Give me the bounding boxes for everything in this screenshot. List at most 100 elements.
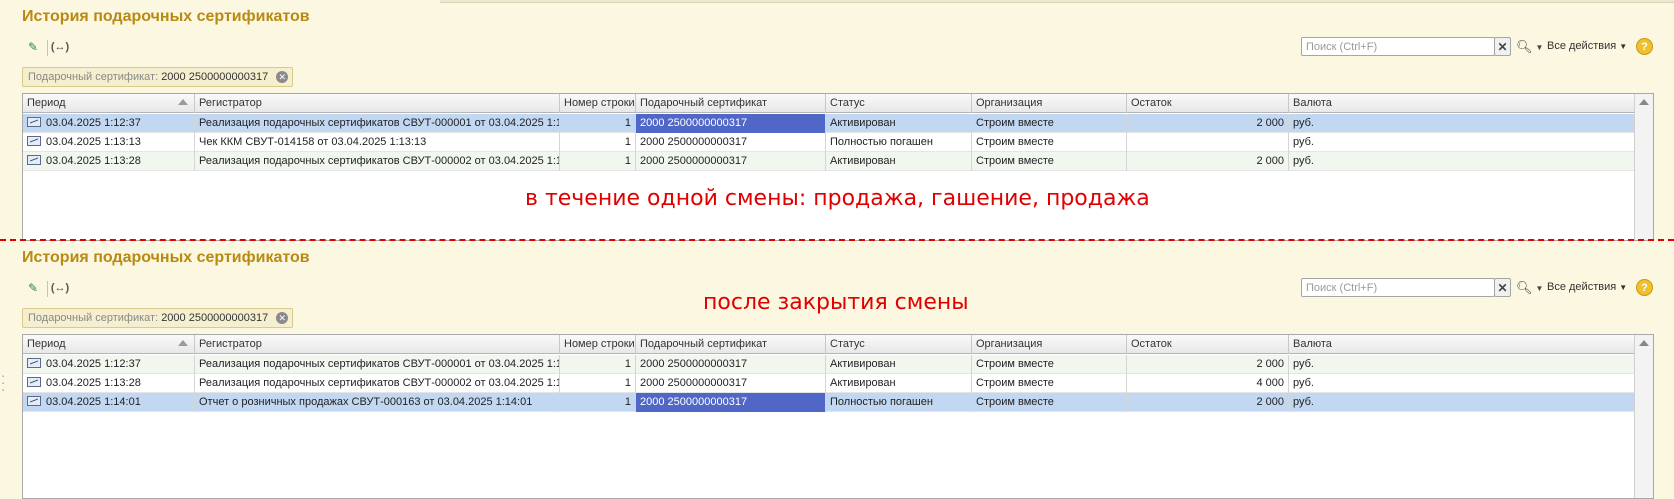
- help-button[interactable]: ?: [1636, 279, 1653, 296]
- chevron-down-icon: ▼: [1619, 283, 1628, 292]
- cell-line-number: 1: [560, 133, 636, 152]
- all-actions-label: Все действия: [1547, 281, 1617, 293]
- resize-grip-icon[interactable]: ▪ ▪ ▪: [2, 374, 6, 395]
- column-status[interactable]: Статус: [826, 335, 972, 354]
- column-line-number[interactable]: Номер строки: [560, 94, 636, 113]
- cell-status: Полностью погашен: [826, 133, 972, 152]
- cell-registrar: Реализация подарочных сертификатов СВУТ-…: [195, 152, 560, 171]
- column-registrar[interactable]: Регистратор: [195, 335, 560, 354]
- filter-label: Подарочный сертификат:: [28, 71, 159, 83]
- table-row[interactable]: 03.04.2025 1:13:13 Чек ККМ СВУТ-014158 о…: [23, 133, 1635, 152]
- cell-balance: [1127, 133, 1289, 152]
- column-currency[interactable]: Валюта: [1289, 335, 1635, 354]
- toolbar-separator: [47, 281, 48, 297]
- cell-currency: руб.: [1289, 114, 1635, 133]
- column-period[interactable]: Период: [23, 94, 195, 113]
- cell-balance: 4 000: [1127, 374, 1289, 393]
- annotation-after-close: после закрытия смены: [703, 290, 969, 315]
- filter-remove-icon[interactable]: ✕: [276, 312, 289, 324]
- table-row[interactable]: 03.04.2025 1:12:37 Реализация подарочных…: [23, 355, 1635, 374]
- filter-tag: Подарочный сертификат: 2000 250000000031…: [22, 308, 294, 328]
- all-actions-menu[interactable]: Все действия ▼: [1547, 40, 1627, 52]
- cell-organization: Строим вместе: [972, 133, 1127, 152]
- all-actions-menu[interactable]: Все действия ▼: [1547, 281, 1627, 293]
- cell-registrar: Реализация подарочных сертификатов СВУТ-…: [195, 114, 560, 133]
- page-title: История подарочных сертификатов: [22, 249, 310, 266]
- filter-tag: Подарочный сертификат: 2000 250000000031…: [22, 67, 294, 87]
- help-button[interactable]: ?: [1636, 38, 1653, 55]
- cell-balance: 2 000: [1127, 152, 1289, 171]
- search-placeholder: Поиск (Ctrl+F): [1306, 282, 1378, 294]
- cell-line-number: 1: [560, 355, 636, 374]
- cell-registrar: Реализация подарочных сертификатов СВУТ-…: [195, 374, 560, 393]
- scroll-up-icon[interactable]: [1639, 340, 1649, 346]
- column-balance[interactable]: Остаток: [1127, 335, 1289, 354]
- magnifier-icon: 🔍︎: [1516, 280, 1533, 295]
- search-button[interactable]: 🔍︎ ▼: [1516, 38, 1544, 56]
- table-row[interactable]: 03.04.2025 1:12:37 Реализация подарочных…: [23, 114, 1635, 133]
- cell-line-number: 1: [560, 374, 636, 393]
- column-line-number[interactable]: Номер строки: [560, 335, 636, 354]
- search-clear-button[interactable]: ✕: [1494, 37, 1511, 56]
- cell-certificate: 2000 2500000000317: [636, 152, 826, 171]
- vertical-scrollbar[interactable]: [1634, 335, 1653, 498]
- expand-arrows-icon[interactable]: (↔): [51, 280, 69, 296]
- history-panel-after: История подарочных сертификатов ✎ (↔) По…: [0, 241, 1674, 499]
- table-row[interactable]: 03.04.2025 1:13:28 Реализация подарочных…: [23, 374, 1635, 393]
- sort-ascending-icon: [178, 340, 188, 346]
- cell-period: 03.04.2025 1:13:28: [23, 152, 195, 171]
- cell-organization: Строим вместе: [972, 152, 1127, 171]
- table-header: Период Регистратор Номер строки Подарочн…: [23, 94, 1635, 113]
- dashed-divider: [0, 239, 1674, 241]
- cell-registrar: Чек ККМ СВУТ-014158 от 03.04.2025 1:13:1…: [195, 133, 560, 152]
- dropdown-arrow-icon: ▼: [1535, 42, 1544, 52]
- column-currency[interactable]: Валюта: [1289, 94, 1635, 113]
- cell-period: 03.04.2025 1:14:01: [23, 393, 195, 412]
- search-placeholder: Поиск (Ctrl+F): [1306, 41, 1378, 53]
- history-table: Период Регистратор Номер строки Подарочн…: [22, 334, 1654, 499]
- vertical-scrollbar[interactable]: [1634, 94, 1653, 240]
- scroll-up-icon[interactable]: [1639, 99, 1649, 105]
- table-row[interactable]: 03.04.2025 1:13:28 Реализация подарочных…: [23, 152, 1635, 171]
- record-icon: [27, 358, 41, 368]
- cell-certificate: 2000 2500000000317: [636, 114, 826, 133]
- cell-status: Активирован: [826, 152, 972, 171]
- column-certificate[interactable]: Подарочный сертификат: [636, 335, 826, 354]
- cell-line-number: 1: [560, 152, 636, 171]
- window-tab-strip: [0, 0, 1674, 3]
- search-button[interactable]: 🔍︎ ▼: [1516, 279, 1543, 297]
- search-input[interactable]: Поиск (Ctrl+F): [1301, 37, 1495, 56]
- record-icon: [27, 136, 41, 146]
- cell-currency: руб.: [1289, 355, 1635, 374]
- record-icon: [27, 155, 41, 165]
- sort-ascending-icon: [178, 99, 188, 105]
- search-input[interactable]: Поиск (Ctrl+F): [1301, 278, 1495, 297]
- cell-certificate: 2000 2500000000317: [636, 355, 826, 374]
- search-clear-button[interactable]: ✕: [1494, 278, 1511, 297]
- record-icon: [27, 396, 41, 406]
- cell-currency: руб.: [1289, 133, 1635, 152]
- edit-pencil-icon[interactable]: ✎: [25, 280, 41, 296]
- cell-currency: руб.: [1289, 374, 1635, 393]
- cell-registrar: Отчет о розничных продажах СВУТ-000163 о…: [195, 393, 560, 412]
- column-period[interactable]: Период: [23, 335, 195, 354]
- cell-certificate: 2000 2500000000317: [636, 374, 826, 393]
- edit-pencil-icon[interactable]: ✎: [25, 39, 41, 55]
- filter-remove-icon[interactable]: ✕: [276, 71, 289, 83]
- table-row[interactable]: 03.04.2025 1:14:01 Отчет о розничных про…: [23, 393, 1635, 412]
- cell-line-number: 1: [560, 393, 636, 412]
- column-certificate[interactable]: Подарочный сертификат: [636, 94, 826, 113]
- cell-organization: Строим вместе: [972, 393, 1127, 412]
- column-organization[interactable]: Организация: [972, 335, 1127, 354]
- column-balance[interactable]: Остаток: [1127, 94, 1289, 113]
- column-status[interactable]: Статус: [826, 94, 972, 113]
- cell-certificate: 2000 2500000000317: [636, 133, 826, 152]
- filter-value: 2000 2500000000317: [161, 312, 269, 324]
- cell-organization: Строим вместе: [972, 374, 1127, 393]
- column-registrar[interactable]: Регистратор: [195, 94, 560, 113]
- cell-period: 03.04.2025 1:12:37: [23, 355, 195, 374]
- expand-arrows-icon[interactable]: (↔): [51, 39, 69, 55]
- cell-line-number: 1: [560, 114, 636, 133]
- filter-value: 2000 2500000000317: [161, 71, 269, 83]
- column-organization[interactable]: Организация: [972, 94, 1127, 113]
